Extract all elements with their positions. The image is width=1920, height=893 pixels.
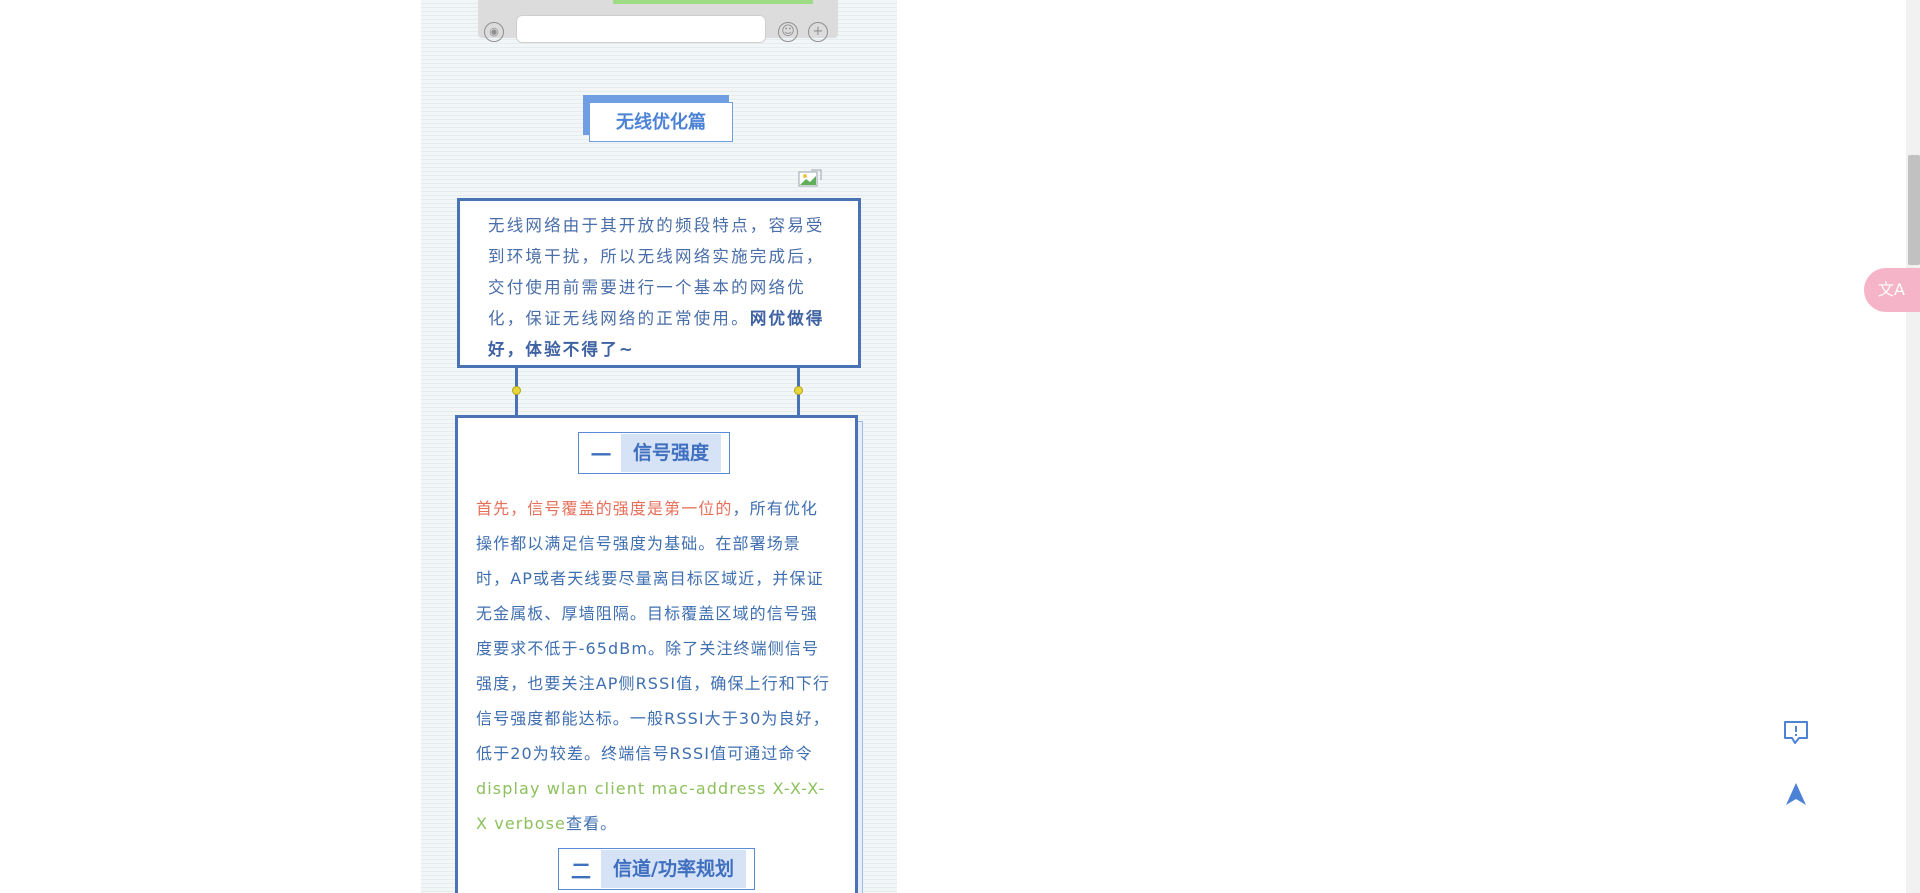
- emoji-icon: ☺: [778, 22, 798, 42]
- plus-icon: +: [808, 22, 828, 42]
- chat-bubble-edge: [613, 0, 813, 4]
- section-heading-channel: 二 信道/功率规划: [558, 848, 755, 890]
- section-number: 一: [591, 442, 611, 467]
- chat-input-field: [516, 15, 766, 43]
- section-body: 首先，信号覆盖的强度是第一位的，所有优化操作都以满足信号强度为基础。在部署场景时…: [476, 491, 834, 841]
- feedback-icon[interactable]: [1782, 719, 1810, 747]
- intro-box: 无线网络由于其开放的频段特点，容易受到环境干扰，所以无线网络实施完成后，交付使用…: [457, 198, 861, 368]
- chat-input-strip: ◉ ☺ +: [478, 0, 838, 43]
- scrollbar-track[interactable]: [1906, 0, 1920, 893]
- article-column: ◉ ☺ + 无线优化篇 无线网络由于其开放的频段特点，容易受到环境干扰，所以无线…: [421, 0, 897, 893]
- section-label: 信号强度: [621, 434, 722, 472]
- body-text: ，所有优化操作都以满足信号强度为基础。在部署场景时，AP或者天线要尽量离目标区域…: [476, 499, 831, 763]
- article-title: 无线优化篇: [589, 102, 733, 142]
- body-suffix: 查看。: [565, 814, 618, 833]
- translate-button[interactable]: 文A: [1864, 268, 1920, 312]
- section-box: 一 信号强度 首先，信号覆盖的强度是第一位的，所有优化操作都以满足信号强度为基础…: [455, 415, 858, 893]
- section-label: 信道/功率规划: [601, 850, 746, 888]
- image-placeholder-icon: [798, 169, 822, 187]
- connector-dot-left: [512, 386, 521, 395]
- connector-dot-right: [794, 386, 803, 395]
- intro-text: 无线网络由于其开放的频段特点，容易受到环境干扰，所以无线网络实施完成后，交付使用…: [488, 210, 830, 365]
- highlight-text: 首先，信号覆盖的强度是第一位的: [476, 499, 733, 518]
- back-to-top-icon[interactable]: [1784, 782, 1808, 806]
- scrollbar-thumb[interactable]: [1908, 155, 1920, 265]
- voice-icon: ◉: [484, 22, 504, 42]
- command-text: display wlan client mac-address X-X-X-X …: [476, 779, 826, 833]
- section-number: 二: [571, 858, 591, 883]
- section-heading-signal: 一 信号强度: [578, 432, 730, 474]
